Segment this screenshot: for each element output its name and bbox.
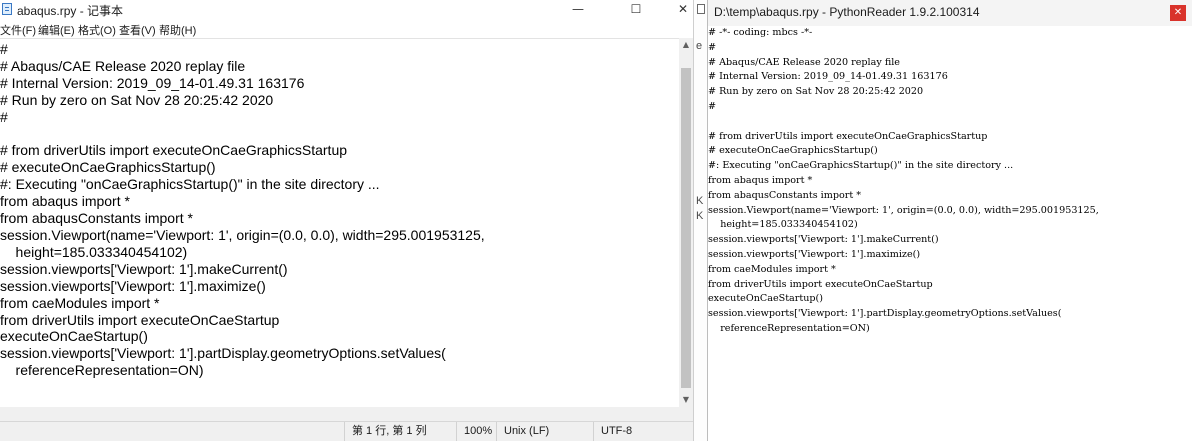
status-line-ending: Unix (LF)	[496, 422, 590, 441]
background-window-edge: e K K	[693, 0, 707, 441]
menu-edit[interactable]: 编辑(E)	[38, 22, 75, 38]
vertical-scrollbar[interactable]: ▲ ▼	[679, 38, 693, 407]
background-text-fragment: K	[696, 195, 704, 207]
horizontal-scrollbar[interactable]	[0, 407, 679, 421]
menu-format[interactable]: 格式(O)	[78, 22, 116, 38]
notepad-titlebar[interactable]: abaqus.rpy - 记事本 — ☐ ✕	[0, 0, 693, 20]
minimize-button[interactable]: —	[555, 0, 601, 20]
status-encoding: UTF-8	[593, 422, 691, 441]
scroll-up-arrow-icon[interactable]: ▲	[679, 38, 693, 52]
background-text-fragment: e	[696, 40, 703, 52]
scroll-down-arrow-icon[interactable]: ▼	[679, 393, 693, 407]
notepad-window: abaqus.rpy - 记事本 — ☐ ✕ 文件(F) 编辑(E) 格式(O)…	[0, 0, 693, 441]
status-cursor-position: 第 1 行, 第 1 列	[344, 422, 452, 441]
notepad-text-area[interactable]: # # Abaqus/CAE Release 2020 replay file …	[0, 38, 679, 408]
pythonreader-titlebar[interactable]: D:\temp\abaqus.rpy - PythonReader 1.9.2.…	[708, 0, 1192, 26]
scrollbar-corner	[679, 407, 693, 421]
pythonreader-window: D:\temp\abaqus.rpy - PythonReader 1.9.2.…	[707, 0, 1192, 441]
pythonreader-text-area[interactable]: # -*- coding: mbcs -*- # # Abaqus/CAE Re…	[708, 26, 1192, 441]
pythonreader-window-title: D:\temp\abaqus.rpy - PythonReader 1.9.2.…	[714, 5, 980, 19]
vertical-scroll-thumb[interactable]	[681, 68, 691, 388]
notepad-status-bar: 第 1 行, 第 1 列 100% Unix (LF) UTF-8	[0, 421, 693, 441]
notepad-menubar: 文件(F) 编辑(E) 格式(O) 查看(V) 帮助(H)	[0, 20, 693, 38]
close-icon[interactable]: ✕	[1170, 5, 1186, 21]
menu-help[interactable]: 帮助(H)	[159, 22, 196, 38]
menu-view[interactable]: 查看(V)	[119, 22, 156, 38]
notepad-window-title: abaqus.rpy - 记事本	[17, 4, 124, 18]
maximize-button[interactable]: ☐	[613, 0, 659, 20]
notepad-app-icon	[2, 3, 12, 15]
document-icon	[697, 4, 705, 14]
notepad-text-content[interactable]: # # Abaqus/CAE Release 2020 replay file …	[0, 39, 679, 379]
close-button[interactable]: ✕	[660, 0, 693, 20]
pythonreader-text-content[interactable]: # -*- coding: mbcs -*- # # Abaqus/CAE Re…	[708, 26, 1099, 337]
background-text-fragment: K	[696, 210, 704, 222]
menu-file[interactable]: 文件(F)	[0, 22, 36, 38]
